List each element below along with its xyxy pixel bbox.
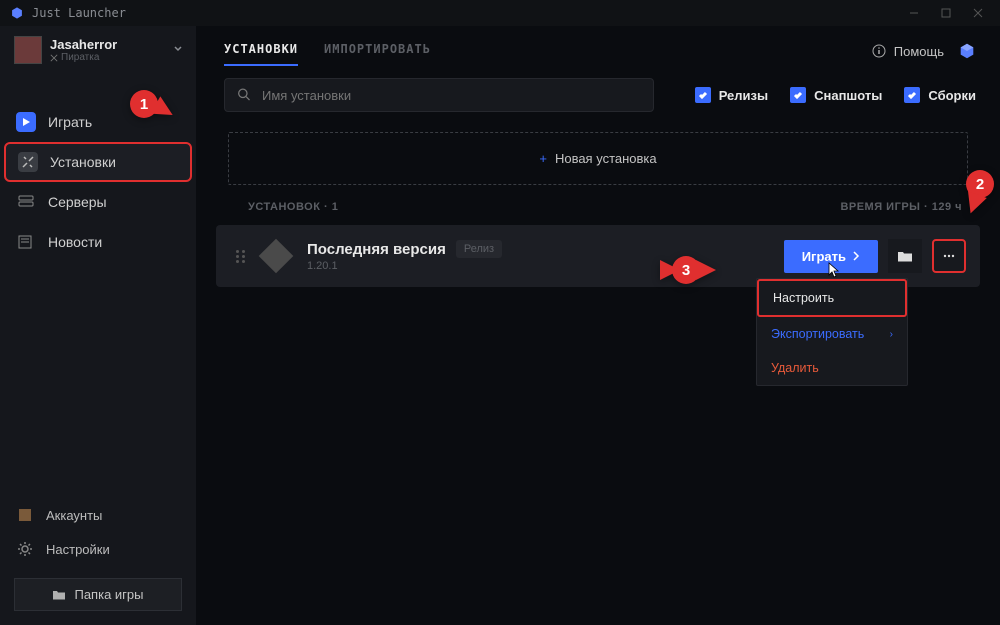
menu-delete[interactable]: Удалить bbox=[757, 351, 907, 385]
checkbox-checked-icon bbox=[904, 87, 920, 103]
filter-builds[interactable]: Сборки bbox=[904, 87, 976, 103]
menu-configure[interactable]: Настроить bbox=[757, 279, 907, 317]
servers-icon bbox=[16, 192, 36, 212]
folder-icon bbox=[897, 248, 913, 264]
main-panel: УСТАНОВКИ ИМПОРТИРОВАТЬ Помощь bbox=[196, 26, 1000, 625]
more-options-button[interactable] bbox=[932, 239, 966, 273]
install-tag: Релиз bbox=[456, 240, 502, 258]
play-icon bbox=[16, 112, 36, 132]
callout-3: 3 bbox=[660, 256, 716, 284]
install-icon bbox=[259, 239, 293, 273]
callout-2: 2 bbox=[966, 170, 994, 214]
more-dots-icon bbox=[941, 248, 957, 264]
filter-snapshots[interactable]: Снапшоты bbox=[790, 87, 882, 103]
folder-icon bbox=[52, 588, 66, 602]
new-install-button[interactable]: +Новая установка bbox=[228, 132, 968, 185]
user-avatar bbox=[14, 36, 42, 64]
news-icon bbox=[16, 232, 36, 252]
window-minimize[interactable] bbox=[900, 3, 928, 23]
installs-count: УСТАНОВОК · 1 bbox=[248, 201, 338, 213]
nav-label: Установки bbox=[50, 154, 116, 170]
nav-installs[interactable]: Установки bbox=[4, 142, 192, 182]
install-version: 1.20.1 bbox=[307, 260, 502, 272]
titlebar: Just Launcher bbox=[0, 0, 1000, 26]
search-input[interactable] bbox=[262, 88, 641, 103]
nav-label: Новости bbox=[48, 234, 102, 250]
help-button[interactable]: Помощь bbox=[872, 44, 944, 59]
user-status: Пиратка bbox=[50, 52, 117, 63]
install-title: Последняя версия bbox=[307, 241, 446, 258]
nav-servers[interactable]: Серверы bbox=[0, 182, 196, 222]
search-input-wrapper[interactable] bbox=[224, 78, 654, 112]
playtime-count: ВРЕМЯ ИГРЫ · 129 ч bbox=[840, 201, 962, 213]
callout-1: 1 bbox=[130, 90, 174, 118]
cube-icon[interactable] bbox=[958, 42, 976, 60]
open-folder-button[interactable] bbox=[888, 239, 922, 273]
sidebar-settings[interactable]: Настройки bbox=[0, 532, 196, 566]
checkbox-checked-icon bbox=[790, 87, 806, 103]
nav-label: Серверы bbox=[48, 194, 107, 210]
sidebar-accounts[interactable]: Аккаунты bbox=[0, 498, 196, 532]
app-logo-icon bbox=[10, 6, 24, 20]
window-title: Just Launcher bbox=[32, 6, 126, 20]
tab-import[interactable]: ИМПОРТИРОВАТЬ bbox=[324, 36, 431, 66]
window-maximize[interactable] bbox=[932, 3, 960, 23]
drag-handle-icon[interactable] bbox=[236, 250, 245, 263]
nav-label: Играть bbox=[48, 114, 92, 130]
nav-news[interactable]: Новости bbox=[0, 222, 196, 262]
tools-icon bbox=[18, 152, 38, 172]
window-close[interactable] bbox=[964, 3, 992, 23]
user-account-chip[interactable]: Jasaherror Пиратка bbox=[0, 26, 196, 74]
search-icon bbox=[237, 87, 252, 103]
user-name: Jasaherror bbox=[50, 37, 117, 52]
checkbox-checked-icon bbox=[695, 87, 711, 103]
menu-export[interactable]: Экспортировать › bbox=[757, 317, 907, 351]
filter-releases[interactable]: Релизы bbox=[695, 87, 768, 103]
context-menu: Настроить Экспортировать › Удалить bbox=[756, 278, 908, 386]
info-icon bbox=[872, 44, 886, 58]
cursor-icon bbox=[828, 262, 840, 280]
accounts-icon bbox=[16, 506, 34, 524]
chevron-down-icon bbox=[172, 41, 184, 59]
chevron-right-icon: › bbox=[890, 329, 893, 340]
plus-icon: + bbox=[539, 151, 547, 166]
gear-icon bbox=[16, 540, 34, 558]
game-folder-button[interactable]: Папка игры bbox=[14, 578, 182, 611]
tab-installs[interactable]: УСТАНОВКИ bbox=[224, 36, 298, 66]
chevron-right-icon bbox=[852, 251, 860, 261]
